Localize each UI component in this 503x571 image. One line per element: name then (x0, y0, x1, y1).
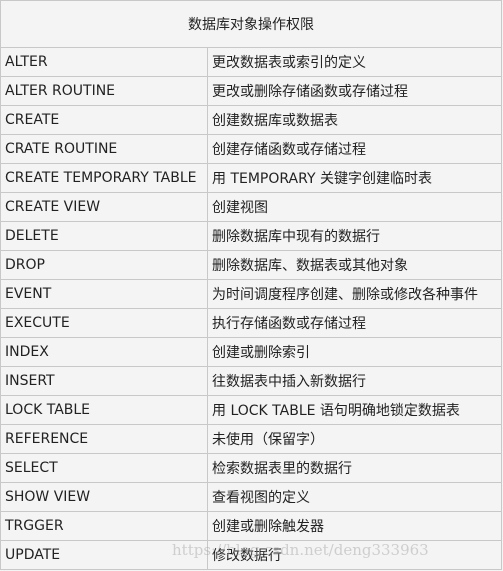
privilege-cell: INDEX (0, 337, 208, 367)
table-row: CREATE 创建数据库或数据表 (0, 105, 502, 135)
privilege-cell: CREATE VIEW (0, 192, 208, 222)
privilege-cell: UPDATE (0, 540, 208, 570)
table-row: CRATE ROUTINE 创建存储函数或存储过程 (0, 134, 502, 164)
description-cell: 删除数据库中现有的数据行 (207, 221, 502, 251)
table-row: CREATE TEMPORARY TABLE 用 TEMPORARY 关键字创建临… (0, 163, 502, 193)
description-cell: 用 LOCK TABLE 语句明确地锁定数据表 (207, 395, 502, 425)
table-row: CREATE VIEW 创建视图 (0, 192, 502, 222)
table-title: 数据库对象操作权限 (0, 0, 502, 48)
table-row: DROP 删除数据库、数据表或其他对象 (0, 250, 502, 280)
description-cell: 查看视图的定义 (207, 482, 502, 512)
table-header-row: 数据库对象操作权限 (0, 0, 502, 48)
description-cell: 更改或删除存储函数或存储过程 (207, 76, 502, 106)
description-cell: 创建或删除索引 (207, 337, 502, 367)
privilege-cell: SELECT (0, 453, 208, 483)
privilege-cell: CRATE ROUTINE (0, 134, 208, 164)
privilege-cell: EXECUTE (0, 308, 208, 338)
table-row: ALTER 更改数据表或索引的定义 (0, 47, 502, 77)
table-row: INSERT 往数据表中插入新数据行 (0, 366, 502, 396)
description-cell: 执行存储函数或存储过程 (207, 308, 502, 338)
description-cell: 创建存储函数或存储过程 (207, 134, 502, 164)
table-row: DELETE 删除数据库中现有的数据行 (0, 221, 502, 251)
privilege-cell: EVENT (0, 279, 208, 309)
description-cell: 往数据表中插入新数据行 (207, 366, 502, 396)
table-row: SELECT 检索数据表里的数据行 (0, 453, 502, 483)
table-row: INDEX 创建或删除索引 (0, 337, 502, 367)
privileges-table: 数据库对象操作权限 ALTER 更改数据表或索引的定义 ALTER ROUTINE 更… (0, 0, 502, 570)
description-cell: 创建或删除触发器 (207, 511, 502, 541)
description-cell: 创建数据库或数据表 (207, 105, 502, 135)
privilege-cell: SHOW VIEW (0, 482, 208, 512)
table-row: SHOW VIEW 查看视图的定义 (0, 482, 502, 512)
table-row: ALTER ROUTINE 更改或删除存储函数或存储过程 (0, 76, 502, 106)
privilege-cell: DROP (0, 250, 208, 280)
description-cell: 检索数据表里的数据行 (207, 453, 502, 483)
privilege-cell: CREATE TEMPORARY TABLE (0, 163, 208, 193)
privilege-cell: REFERENCE (0, 424, 208, 454)
description-cell: 更改数据表或索引的定义 (207, 47, 502, 77)
privilege-cell: LOCK TABLE (0, 395, 208, 425)
privilege-cell: INSERT (0, 366, 208, 396)
privilege-cell: ALTER (0, 47, 208, 77)
description-cell: 创建视图 (207, 192, 502, 222)
description-cell: 用 TEMPORARY 关键字创建临时表 (207, 163, 502, 193)
table-row: EXECUTE 执行存储函数或存储过程 (0, 308, 502, 338)
privilege-cell: CREATE (0, 105, 208, 135)
table-row: UPDATE 修改数据行 (0, 540, 502, 570)
table-row: REFERENCE 未使用（保留字） (0, 424, 502, 454)
description-cell: 为时间调度程序创建、删除或修改各种事件 (207, 279, 502, 309)
description-cell: 未使用（保留字） (207, 424, 502, 454)
table-row: LOCK TABLE 用 LOCK TABLE 语句明确地锁定数据表 (0, 395, 502, 425)
table-row: TRGGER 创建或删除触发器 (0, 511, 502, 541)
description-cell: 修改数据行 (207, 540, 502, 570)
table-row: EVENT 为时间调度程序创建、删除或修改各种事件 (0, 279, 502, 309)
privilege-cell: ALTER ROUTINE (0, 76, 208, 106)
privilege-cell: TRGGER (0, 511, 208, 541)
privilege-cell: DELETE (0, 221, 208, 251)
description-cell: 删除数据库、数据表或其他对象 (207, 250, 502, 280)
